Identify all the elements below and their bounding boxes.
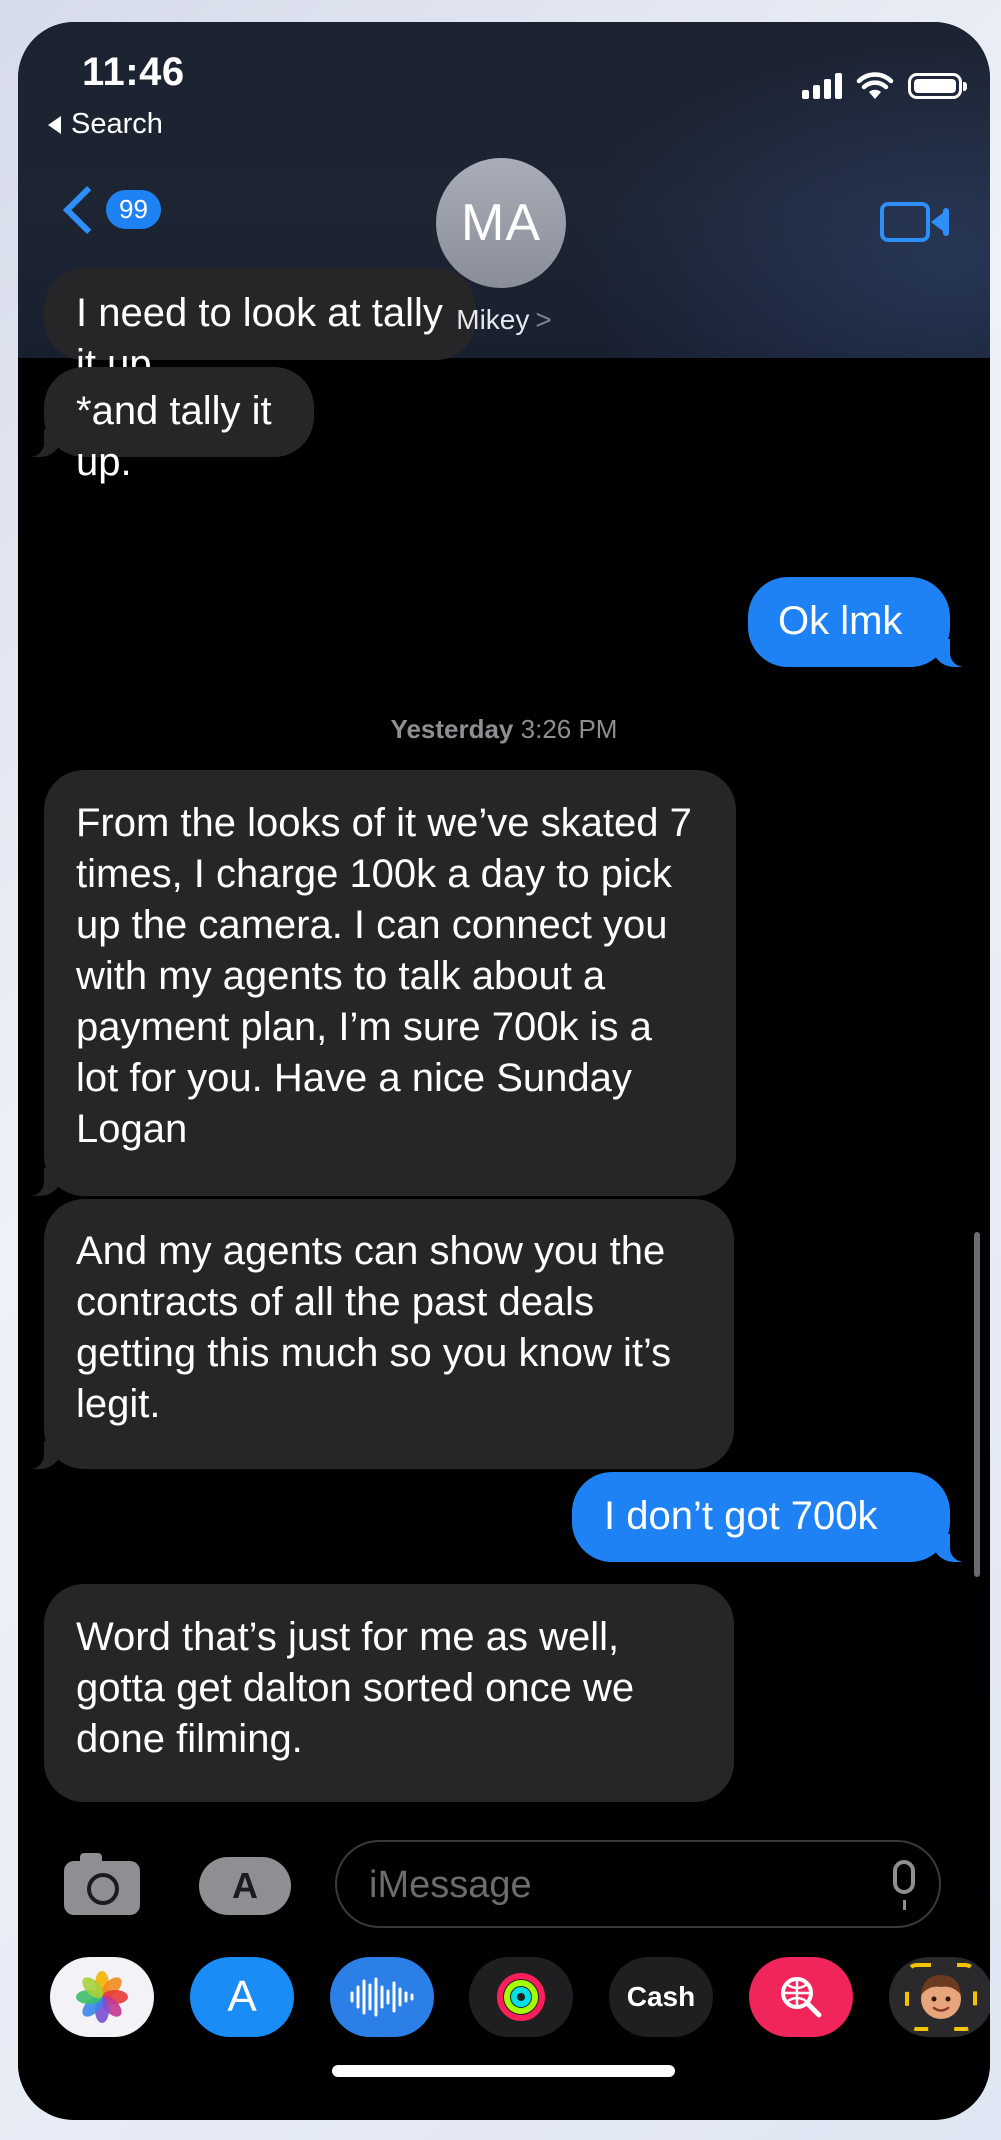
chevron-right-icon: > [535,304,552,335]
photos-icon [76,1971,128,2023]
audio-message-app-button[interactable] [330,1957,434,2037]
home-indicator[interactable] [332,2065,675,2077]
back-to-app-link[interactable]: Search [48,108,163,141]
fitness-app-button[interactable] [469,1957,573,2037]
contact-name: Mikey [456,304,530,335]
message-text: From the looks of it we’ve skated 7 time… [76,801,692,1151]
image-search-app-button[interactable] [749,1957,853,2037]
app-store-icon: A [232,1865,258,1906]
message-bubble-incoming[interactable]: Word that’s just for me as well, gotta g… [44,1584,734,1802]
unread-count-badge: 99 [106,190,161,229]
message-bubble-outgoing[interactable]: I don’t got 700k [572,1472,974,1562]
apple-cash-icon: Cash [626,1981,696,2012]
memoji-app-button[interactable] [889,1957,990,2037]
message-input[interactable] [335,1840,941,1928]
message-bubble-incoming[interactable]: And my agents can show you the contracts… [20,1199,734,1469]
message-bubble-outgoing[interactable]: Ok lmk [748,577,974,667]
battery-icon [908,73,967,99]
message-text: And my agents can show you the contracts… [76,1229,672,1426]
scroll-indicator[interactable] [974,1232,980,1577]
message-timestamp: Yesterday 3:26 PM [18,714,990,745]
memoji-icon [905,1963,977,2031]
message-text: Word that’s just for me as well, gotta g… [76,1615,635,1761]
status-time: 11:46 [82,50,185,94]
contact-name-button[interactable]: Mikey > [18,304,990,336]
facetime-video-icon[interactable] [880,202,949,242]
message-bubble-incoming[interactable]: From the looks of it we’ve skated 7 time… [20,770,736,1196]
contact-avatar[interactable]: MA [436,158,566,288]
cellular-signal-icon [802,73,842,99]
app-store-app-button[interactable]: A [190,1957,294,2037]
photos-app-button[interactable] [50,1957,154,2037]
audio-waveform-icon [350,1977,414,2017]
chevron-left-icon [62,185,112,234]
imessage-text-field[interactable] [367,1854,851,1916]
message-text: I don’t got 700k [604,1494,878,1538]
image-search-icon [781,1977,822,2018]
timestamp-time: 3:26 PM [520,714,618,744]
microphone-icon[interactable] [893,1860,915,1910]
back-button[interactable]: 99 [56,185,161,234]
message-text: *and tally it up. [76,389,272,484]
apps-button[interactable]: A [199,1857,291,1915]
app-store-icon: A [227,1972,257,2021]
timestamp-day: Yesterday [390,714,514,744]
activity-rings-icon [497,1973,545,2021]
message-bubble-incoming[interactable]: *and tally it up. [20,367,314,484]
back-to-app-label: Search [71,108,163,140]
status-icons [802,72,967,100]
phone-screen: 11:46 Search 99 MA Mikey > I need to look… [18,22,990,2120]
back-triangle-icon [48,115,61,134]
wifi-icon [856,72,894,99]
camera-icon[interactable] [64,1853,140,1915]
message-text: Ok lmk [778,599,903,643]
apple-cash-app-button[interactable]: Cash [609,1957,713,2037]
